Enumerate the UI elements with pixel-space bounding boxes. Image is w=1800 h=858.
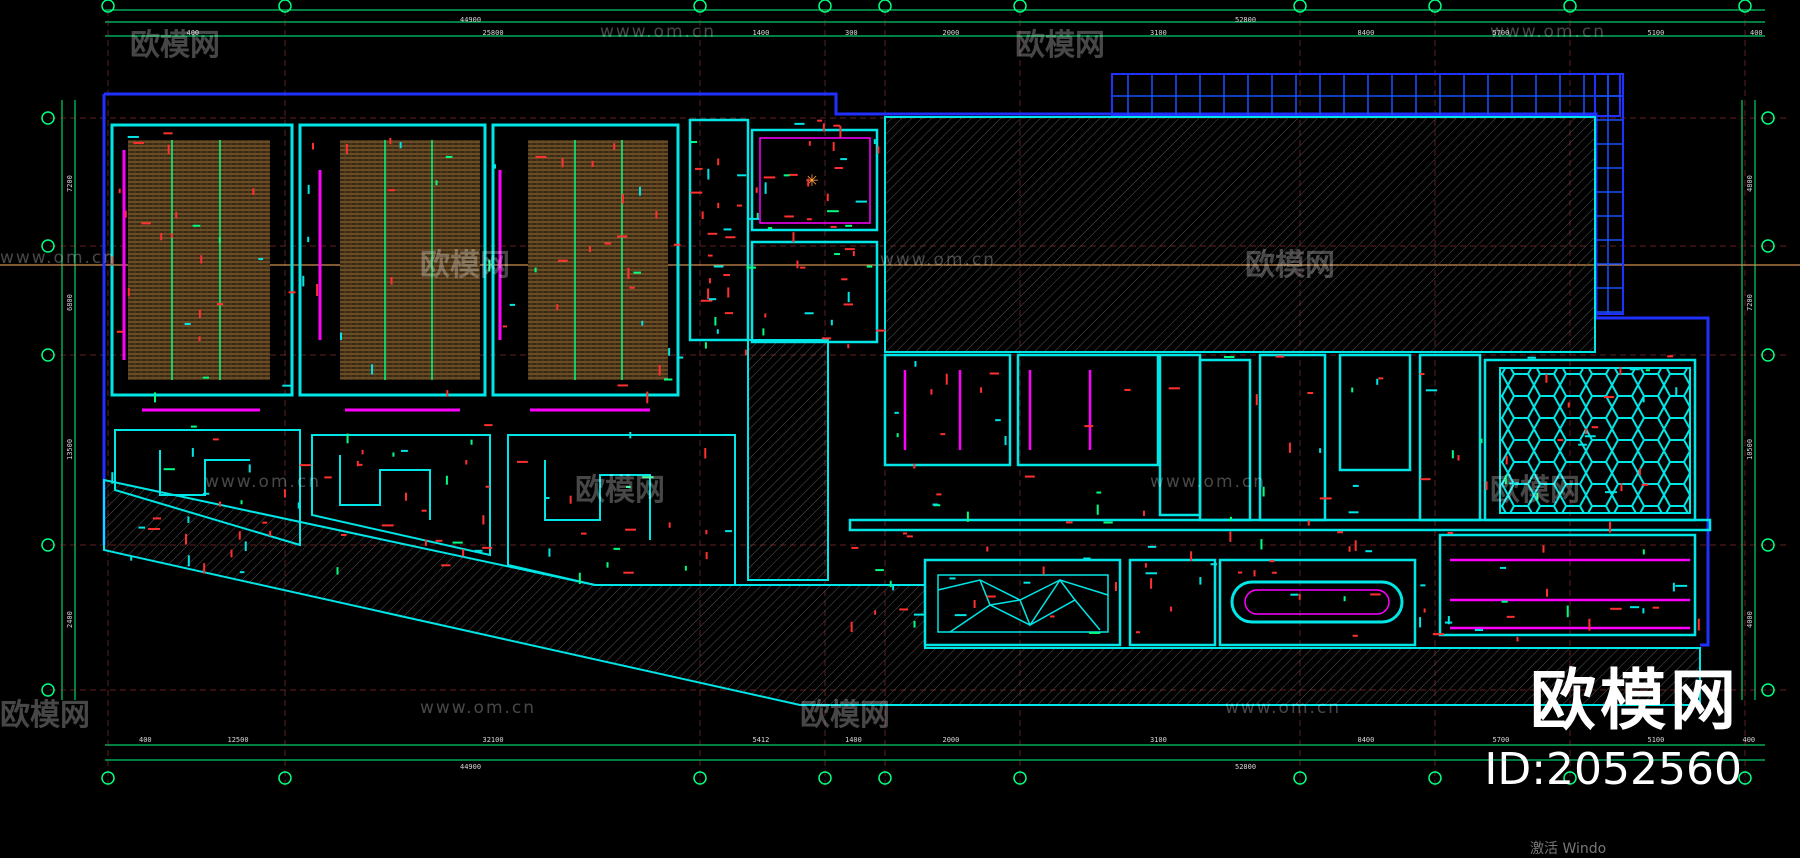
hatched-ramp — [103, 478, 1701, 706]
right-dimension-lines — [1741, 100, 1756, 700]
court-3 — [491, 123, 680, 397]
middle-rooms — [688, 118, 879, 344]
hatched-void-top — [884, 116, 1596, 353]
activate-windows-text: 激活 Windo — [1530, 841, 1607, 857]
watermark-id: ID:2052560 — [1484, 744, 1742, 795]
court-2 — [298, 123, 487, 397]
faceted-ceiling — [937, 574, 1109, 633]
hatched-corridor — [747, 339, 829, 581]
left-dimension-lines — [61, 100, 76, 700]
top-dimension-lines — [105, 9, 1765, 37]
racetrack-ceiling — [1230, 580, 1404, 624]
hexagon-ceiling — [1499, 367, 1691, 514]
watermark-brand: 欧模网 — [1530, 662, 1740, 739]
